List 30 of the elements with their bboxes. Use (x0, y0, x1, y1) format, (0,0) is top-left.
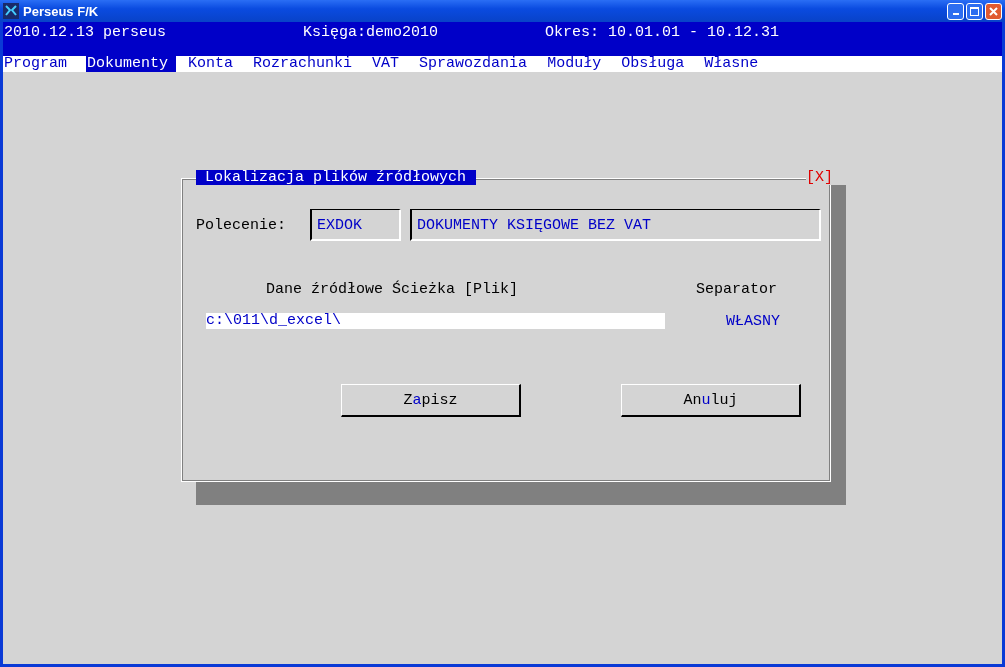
command-label: Polecenie: (196, 217, 286, 234)
menu-item[interactable]: Rozrachunki (252, 56, 353, 72)
menu-item[interactable]: Konta (187, 56, 234, 72)
ledger-text: Księga:demo2010 (303, 24, 440, 43)
date-user-text: 2010.12.13 perseus (4, 24, 168, 43)
minimize-icon (952, 13, 959, 15)
save-button[interactable]: Zapisz (341, 384, 521, 417)
menu-item[interactable]: Sprawozdania (418, 56, 528, 72)
cancel-button[interactable]: Anuluj (621, 384, 801, 417)
separator-value[interactable]: WŁASNY (726, 313, 780, 330)
command-code-field[interactable]: EXDOK (310, 209, 401, 241)
command-name-field[interactable]: DOKUMENTY KSIĘGOWE BEZ VAT (410, 209, 821, 241)
period-text: Okres: 10.01.01 - 10.12.31 (545, 24, 780, 43)
window-title: Perseus F/K (23, 3, 100, 19)
path-input-field[interactable]: c:\011\d_excel\ (206, 313, 665, 329)
menu-item[interactable]: VAT (371, 56, 400, 72)
minimize-button[interactable] (947, 2, 964, 20)
menu-item[interactable]: Dokumenty (86, 56, 177, 72)
path-header: Dane źródłowe Ścieżka [Plik] (266, 281, 519, 298)
close-button[interactable] (985, 2, 1002, 20)
menu-item[interactable]: Obsługa (620, 56, 685, 72)
separator-header: Separator (696, 281, 777, 298)
dialog-title: Lokalizacja plików źródłowych (196, 170, 477, 185)
maximize-button[interactable] (966, 2, 983, 20)
menu-item[interactable]: Moduły (546, 56, 602, 72)
menu-item[interactable]: Własne (703, 56, 759, 72)
close-icon (989, 6, 998, 16)
maximize-icon (970, 6, 979, 16)
app-icon (3, 3, 19, 19)
menu-item[interactable]: Program (3, 56, 67, 72)
